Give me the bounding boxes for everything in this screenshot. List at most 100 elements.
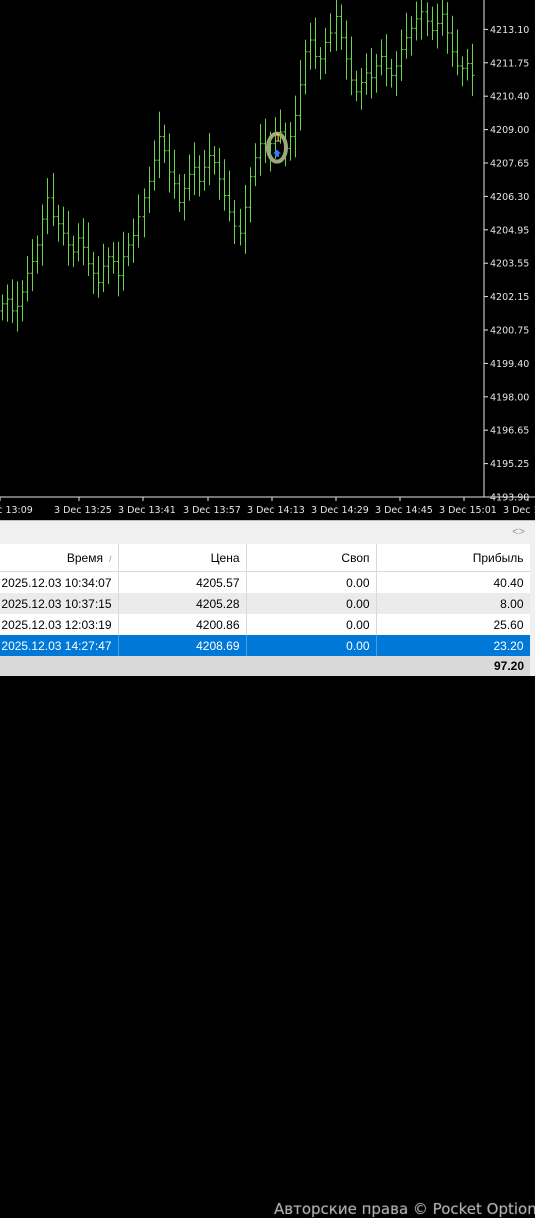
ohlc-bar [263, 118, 268, 163]
ohlc-bar [354, 70, 359, 102]
ohlc-bar [384, 34, 389, 87]
ohlc-bar [339, 4, 344, 50]
price-tick-label: 4210.40 [490, 92, 529, 103]
ohlc-bar [106, 247, 111, 285]
ohlc-bar [258, 123, 263, 176]
table-header-row: Время / Цена Своп Прибыль [0, 544, 531, 572]
cell-profit: 8.00 [376, 593, 531, 614]
ohlc-bar [409, 16, 414, 56]
ohlc-bar [399, 29, 404, 82]
price-tick-label: 4209.00 [490, 125, 529, 136]
scroll-arrows-icon[interactable]: <> [512, 526, 525, 538]
ohlc-bar [425, 2, 430, 37]
cell-swap: 0.00 [246, 635, 377, 656]
ohlc-bar [293, 95, 298, 158]
ohlc-bar [414, 1, 419, 41]
cell-time: 2025.12.03 12:03:19 [0, 614, 119, 635]
table-row[interactable]: 2025.12.03 10:34:07 4205.57 0.00 40.40 [0, 571, 531, 593]
ohlc-bar [318, 47, 323, 80]
price-tick-label: 4203.55 [490, 259, 529, 270]
time-tick-label: 3 Dec 13:41 [118, 505, 176, 516]
price-tick-label: 4207.65 [490, 159, 529, 170]
column-header-swap[interactable]: Своп [246, 544, 377, 572]
ohlc-bar [298, 59, 303, 131]
cell-profit: 23.20 [376, 635, 531, 656]
ohlc-bar [152, 140, 157, 191]
cell-price: 4205.28 [118, 593, 247, 614]
cell-time: 2025.12.03 10:37:15 [0, 593, 119, 614]
ohlc-bar [40, 204, 45, 266]
cell-swap: 0.00 [246, 571, 377, 593]
ohlc-bar [142, 188, 147, 238]
ohlc-bar [121, 231, 126, 291]
table-row[interactable]: 2025.12.03 10:37:15 4205.28 0.00 8.00 [0, 593, 531, 614]
ohlc-bar [232, 199, 237, 245]
ohlc-bar [157, 111, 162, 179]
ohlc-bar [10, 279, 15, 324]
chart-canvas[interactable]: 4214.50 4213.10 4211.75 4210.40 4209.00 4207.… [0, 0, 535, 520]
price-tick-label: 4193.90 [490, 493, 529, 504]
ohlc-bar [389, 58, 394, 88]
ohlc-bar [212, 146, 217, 175]
price-tick-label: 4213.10 [490, 25, 529, 36]
total-profit: 97.20 [376, 656, 530, 676]
ohlc-bar [470, 43, 475, 97]
ohlc-bar [369, 48, 374, 99]
column-header-time[interactable]: Время / [0, 544, 119, 572]
ohlc-bar [147, 166, 152, 213]
price-tick-label: 4204.95 [490, 225, 529, 236]
ohlc-bar [15, 281, 20, 332]
ohlc-bar [359, 67, 364, 110]
column-header-price[interactable]: Цена [118, 544, 247, 572]
time-tick-label: 3 Dec 13:57 [183, 505, 241, 516]
ohlc-bar [101, 243, 106, 293]
cell-time: 2025.12.03 10:34:07 [0, 571, 119, 593]
time-tick-label: 3 Dec 14:45 [375, 505, 433, 516]
ohlc-bar [187, 154, 192, 201]
ohlc-bar [222, 159, 227, 211]
ohlc-bar [25, 256, 30, 302]
time-tick-label: 3 Dec 15:17 [503, 505, 535, 516]
table-row[interactable]: 2025.12.03 12:03:19 4200.86 0.00 25.60 [0, 614, 531, 635]
table-row-selected[interactable]: 2025.12.03 14:27:47 4208.69 0.00 23.20 [0, 635, 531, 656]
ohlc-bar [172, 149, 177, 199]
ohlc-bar [303, 39, 308, 95]
ohlc-bar [126, 232, 131, 267]
ohlc-bar [288, 122, 293, 161]
ohlc-bar [86, 222, 91, 277]
ohlc-bar [455, 29, 460, 76]
price-tick-label: 4199.40 [490, 359, 529, 370]
ohlc-bar [56, 204, 61, 242]
cell-profit: 25.60 [376, 614, 531, 635]
price-tick-label: 4200.75 [490, 326, 529, 337]
ohlc-bar [192, 142, 197, 196]
column-header-profit[interactable]: Прибыль [376, 544, 531, 572]
buy-arrow-icon [273, 149, 281, 157]
ohlc-bar [394, 51, 399, 97]
ohlc-bar [419, 0, 424, 40]
ohlc-bar [207, 133, 212, 186]
ohlc-bar [238, 208, 243, 246]
cell-swap: 0.00 [246, 614, 377, 635]
ohlc-bar [91, 251, 96, 294]
cell-price: 4200.86 [118, 614, 247, 635]
ohlc-bar [61, 206, 66, 246]
ohlc-bar [76, 223, 81, 262]
ohlc-bar [253, 143, 258, 187]
ohlc-bar [243, 184, 248, 254]
price-tick-label: 4202.15 [490, 292, 529, 303]
ohlc-bar [45, 178, 50, 235]
time-tick-label: 3 Dec 15:01 [439, 505, 497, 516]
price-tick-label: 4214.50 [490, 0, 529, 3]
table-scroll-edge [530, 544, 535, 676]
price-chart[interactable]: 4214.50 4213.10 4211.75 4210.40 4209.00 4207.… [0, 0, 535, 520]
ohlc-bar [167, 133, 172, 193]
ohlc-bar [404, 12, 409, 59]
ohlc-bar [51, 172, 56, 227]
panel-splitter[interactable]: <> [0, 520, 535, 545]
ohlc-bar [379, 39, 384, 76]
cell-price: 4208.69 [118, 635, 247, 656]
ohlc-bar [131, 218, 136, 263]
price-tick-label: 4198.00 [490, 392, 529, 403]
ohlc-bar [465, 48, 470, 81]
